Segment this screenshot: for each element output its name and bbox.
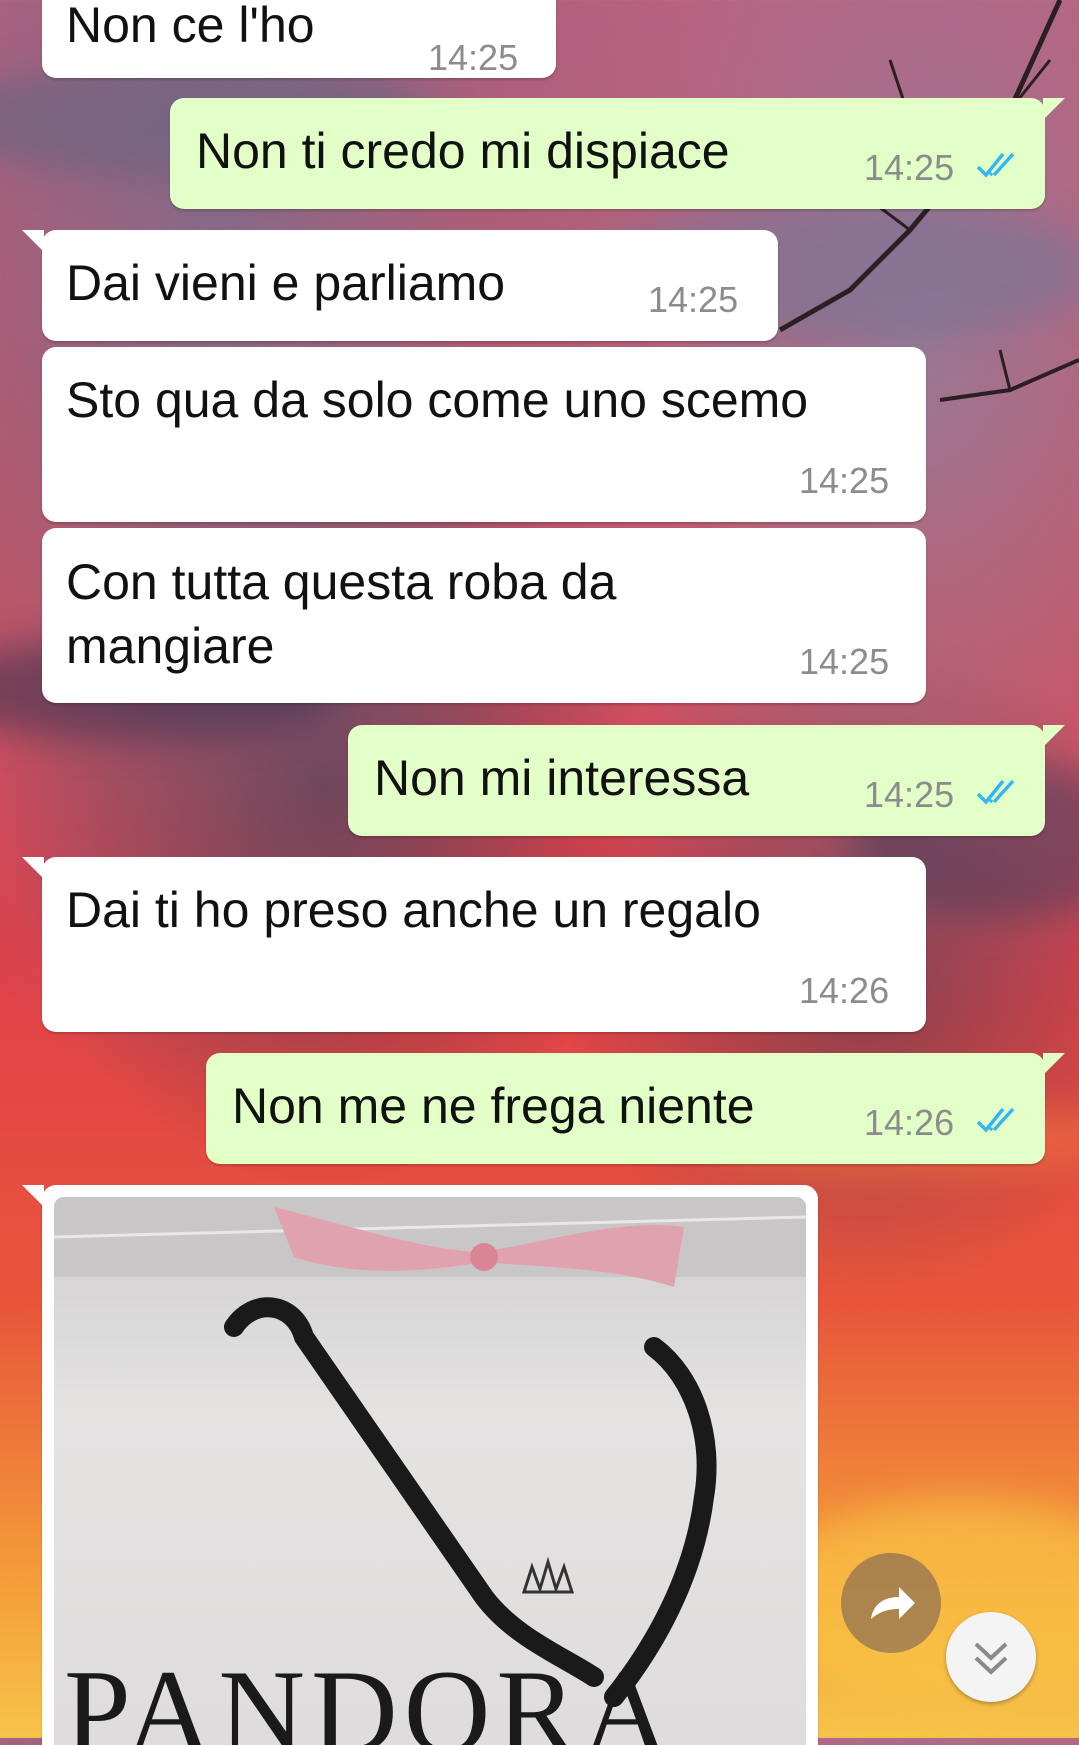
double-check-icon [976, 779, 1015, 805]
message-text: Dai vieni e parliamo [66, 255, 506, 311]
message-incoming[interactable]: Non ce l'ho 14:25 [42, 0, 556, 78]
message-incoming[interactable]: Sto qua da solo come uno scemo 14:25 [42, 347, 926, 522]
message-outgoing[interactable]: Non mi interessa 14:25 [348, 725, 1065, 836]
message-text: Non mi interessa [374, 750, 750, 806]
message-text: Non me ne frega niente [232, 1078, 755, 1134]
message-time: 14:25 [799, 460, 890, 501]
message-incoming[interactable]: Dai vieni e parliamo 14:25 [22, 230, 778, 341]
message-incoming[interactable]: Con tutta questa roba da mangiare 14:25 [42, 528, 926, 703]
scroll-to-bottom-button[interactable] [946, 1612, 1036, 1702]
message-time: 14:26 [799, 970, 890, 1011]
message-text: Dai ti ho preso anche un regalo [66, 882, 761, 938]
message-text: Non ti credo mi dispiace [196, 123, 730, 179]
pandora-logo-text: PANDORA [64, 1645, 676, 1745]
message-time: 14:25 [648, 279, 739, 320]
message-time: 14:25 [428, 37, 519, 78]
message-text: Non ce l'ho [66, 0, 315, 53]
forward-arrow-icon [871, 1587, 915, 1619]
double-check-icon [976, 152, 1015, 178]
chevron-double-down-icon [974, 1642, 1008, 1675]
forward-button[interactable] [841, 1553, 941, 1653]
message-time: 14:26 [864, 1102, 955, 1143]
double-check-icon [976, 1107, 1015, 1133]
message-time: 14:25 [799, 641, 890, 682]
message-image[interactable]: PANDORA [22, 1185, 818, 1745]
message-text: Sto qua da solo come uno scemo [66, 372, 809, 428]
message-outgoing[interactable]: Non me ne frega niente 14:26 [206, 1053, 1065, 1164]
message-outgoing[interactable]: Non ti credo mi dispiace 14:25 [170, 98, 1065, 209]
message-time: 14:25 [864, 774, 955, 815]
message-time: 14:25 [864, 147, 955, 188]
gift-bag-photo[interactable]: PANDORA [54, 1197, 806, 1745]
chat-conversation[interactable]: Non ce l'ho 14:25 Non ti credo mi dispia… [0, 0, 1079, 1745]
message-text: Con tutta questa roba da mangiare [66, 554, 617, 674]
message-incoming[interactable]: Dai ti ho preso anche un regalo 14:26 [22, 857, 926, 1032]
